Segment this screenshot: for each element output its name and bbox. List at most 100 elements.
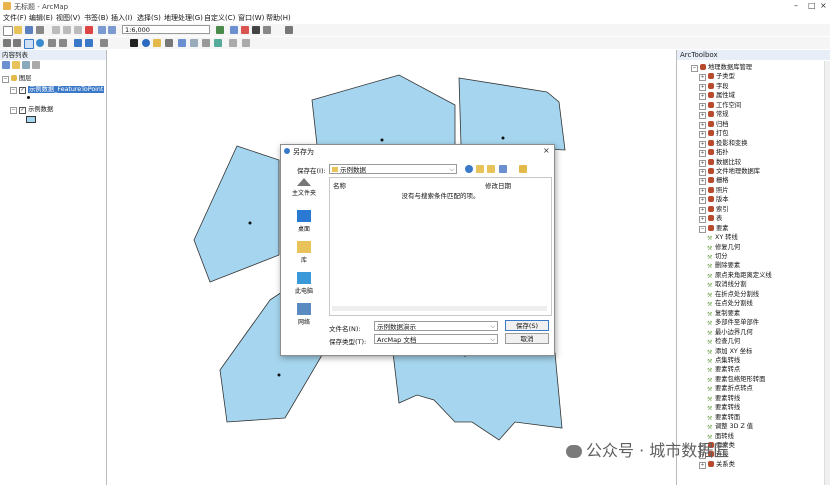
cut-icon[interactable] — [52, 26, 60, 34]
toolbox-tool[interactable]: ⚒ 删除要素 — [707, 261, 740, 270]
column-name-header[interactable]: 名称 — [333, 180, 346, 190]
menu-windows[interactable]: 窗口(W) — [238, 13, 264, 23]
collapse-icon[interactable]: − — [691, 65, 698, 72]
python-icon[interactable] — [252, 26, 260, 34]
expand-icon[interactable]: + — [699, 102, 706, 110]
expand-icon[interactable]: + — [699, 140, 706, 148]
expand-icon[interactable]: + — [699, 93, 706, 101]
print-icon[interactable] — [36, 26, 44, 34]
expand-icon[interactable]: + — [699, 83, 706, 91]
expand-icon[interactable]: + — [699, 74, 706, 82]
toc-root[interactable]: − 图层 — [2, 74, 32, 83]
toolbox-toolset[interactable]: + 文件地理数据库 — [699, 167, 760, 176]
new-folder-icon[interactable] — [487, 165, 495, 173]
up-folder-icon[interactable] — [476, 165, 484, 173]
expand-icon[interactable]: + — [699, 131, 706, 139]
collapse-icon[interactable]: − — [699, 225, 706, 233]
full-extent-icon[interactable] — [36, 39, 44, 47]
paste-icon[interactable] — [74, 26, 82, 34]
toolbox-tool[interactable]: ⚒ 要素转线 — [707, 403, 740, 412]
menu-customize[interactable]: 自定义(C) — [204, 13, 235, 23]
toolbox-tool[interactable]: ⚒ 最小边界几何 — [707, 328, 753, 337]
open-icon[interactable] — [14, 26, 22, 34]
toolbox-toolset[interactable]: + 属性域 — [699, 91, 735, 101]
back-icon[interactable] — [465, 165, 473, 173]
cancel-button[interactable]: 取消 — [505, 333, 549, 344]
measure-icon[interactable] — [165, 39, 173, 47]
toolbox-toolset[interactable]: + 关系类 — [699, 460, 735, 469]
toc-layer-featuretopoint[interactable]: − ✓ 示例数据_FeatureToPoint — [10, 85, 105, 94]
delete-icon[interactable] — [85, 26, 93, 34]
place-network[interactable]: 网络 — [289, 303, 319, 326]
toolbox-toolset[interactable]: + 栅格 — [699, 176, 729, 186]
toolbox-tool[interactable]: ⚒ 检查几何 — [707, 337, 740, 346]
toolbox-toolset[interactable]: + 数据比较 — [699, 158, 741, 167]
toolbox-tool[interactable]: ⚒ 修复几何 — [707, 243, 740, 252]
toolbox-toolset[interactable]: + 打包 — [699, 129, 729, 139]
toolbox-toolset[interactable]: + 版本 — [699, 195, 729, 205]
menu-help[interactable]: 帮助(H) — [266, 13, 291, 23]
menu-bookmarks[interactable]: 书签(B) — [84, 13, 108, 23]
menu-insert[interactable]: 插入(I) — [111, 13, 133, 23]
toolbox-toolset[interactable]: + 归档 — [699, 120, 729, 129]
toolbox-toolset[interactable]: + 表 — [699, 214, 722, 224]
redo-icon[interactable] — [108, 26, 116, 34]
expand-icon[interactable]: + — [699, 112, 706, 120]
toolbox-tool[interactable]: ⚒ 要素转点 — [707, 365, 740, 374]
place-this-pc[interactable]: 此电脑 — [289, 272, 319, 295]
toolbox-tool[interactable]: ⚒ 切分 — [707, 252, 728, 261]
toolbox-toolset[interactable]: + 子类型 — [699, 72, 735, 82]
fixed-zoom-in-icon[interactable] — [48, 39, 56, 47]
save-icon[interactable] — [25, 26, 33, 34]
save-button[interactable]: 保存(S) — [505, 320, 549, 331]
toolbox-toolset[interactable]: + 拓扑 — [699, 148, 729, 158]
toolbox-toolset[interactable]: + 工作空间 — [699, 101, 741, 110]
close-icon[interactable]: × — [820, 1, 827, 10]
model-builder-icon[interactable] — [285, 26, 293, 34]
toolbox-tool[interactable]: ⚒ 要素转线 — [707, 394, 740, 403]
toolbox-tool[interactable]: ⚒ 在点处分割线 — [707, 299, 753, 308]
place-library[interactable]: 库 — [289, 241, 319, 264]
view-menu-icon[interactable] — [499, 165, 507, 173]
toolbox-toolset[interactable]: + 索引 — [699, 205, 729, 214]
menu-geoprocessing[interactable]: 地理处理(G) — [164, 13, 203, 23]
catalog-icon[interactable] — [263, 26, 271, 34]
expand-icon[interactable]: + — [699, 197, 706, 205]
toolbox-toolset[interactable]: + 照片 — [699, 186, 729, 195]
toolbox-tool[interactable]: ⚒ 要素转面 — [707, 413, 740, 422]
forward-extent-icon[interactable] — [85, 39, 93, 47]
fixed-zoom-out-icon[interactable] — [59, 39, 67, 47]
look-in-dropdown[interactable]: 示例数据 ⌵ — [329, 164, 457, 174]
menu-selection[interactable]: 选择(S) — [137, 13, 161, 23]
toolbox-tool[interactable]: ⚒ XY 转线 — [707, 233, 738, 242]
editor-toolbar-icon[interactable] — [216, 26, 224, 34]
undo-icon[interactable] — [98, 26, 106, 34]
collapse-icon[interactable]: − — [10, 107, 17, 114]
toolbox-toolset[interactable]: + 字段 — [699, 82, 729, 91]
map-scale-input[interactable]: 1:6,000 — [122, 25, 210, 34]
expand-icon[interactable]: + — [699, 461, 706, 469]
go-to-xy-icon[interactable] — [214, 39, 222, 47]
toolbox-toolset[interactable]: − 地理数据库管理 — [691, 63, 752, 72]
menu-edit[interactable]: 编辑(E) — [29, 13, 53, 23]
layer-visibility-checkbox[interactable]: ✓ — [19, 107, 26, 114]
toolbox-tool[interactable]: ⚒ 复制要素 — [707, 309, 740, 318]
place-desktop[interactable]: 桌面 — [289, 210, 319, 233]
html-popup-icon[interactable] — [190, 39, 198, 47]
layer-visibility-checkbox[interactable]: ✓ — [19, 87, 26, 94]
expand-icon[interactable]: + — [699, 168, 706, 176]
column-date-header[interactable]: 修改日期 — [485, 180, 511, 190]
expand-icon[interactable]: + — [699, 159, 706, 167]
minimize-icon[interactable]: – — [794, 1, 798, 10]
menu-file[interactable]: 文件(F) — [3, 13, 27, 23]
horizontal-scrollbar[interactable] — [332, 306, 547, 311]
expand-icon[interactable]: + — [699, 121, 706, 129]
identify-icon[interactable] — [142, 39, 150, 47]
toolbox-tool[interactable]: ⚒ 多部件至单部件 — [707, 318, 759, 327]
find-icon[interactable] — [153, 39, 161, 47]
dialog-close-icon[interactable]: × — [543, 146, 550, 155]
list-by-visibility-icon[interactable] — [22, 61, 30, 69]
maximize-icon[interactable]: □ — [808, 1, 816, 10]
file-list[interactable]: 名称 修改日期 没有与搜索条件匹配的项。 — [329, 177, 552, 316]
expand-icon[interactable]: + — [699, 216, 706, 224]
